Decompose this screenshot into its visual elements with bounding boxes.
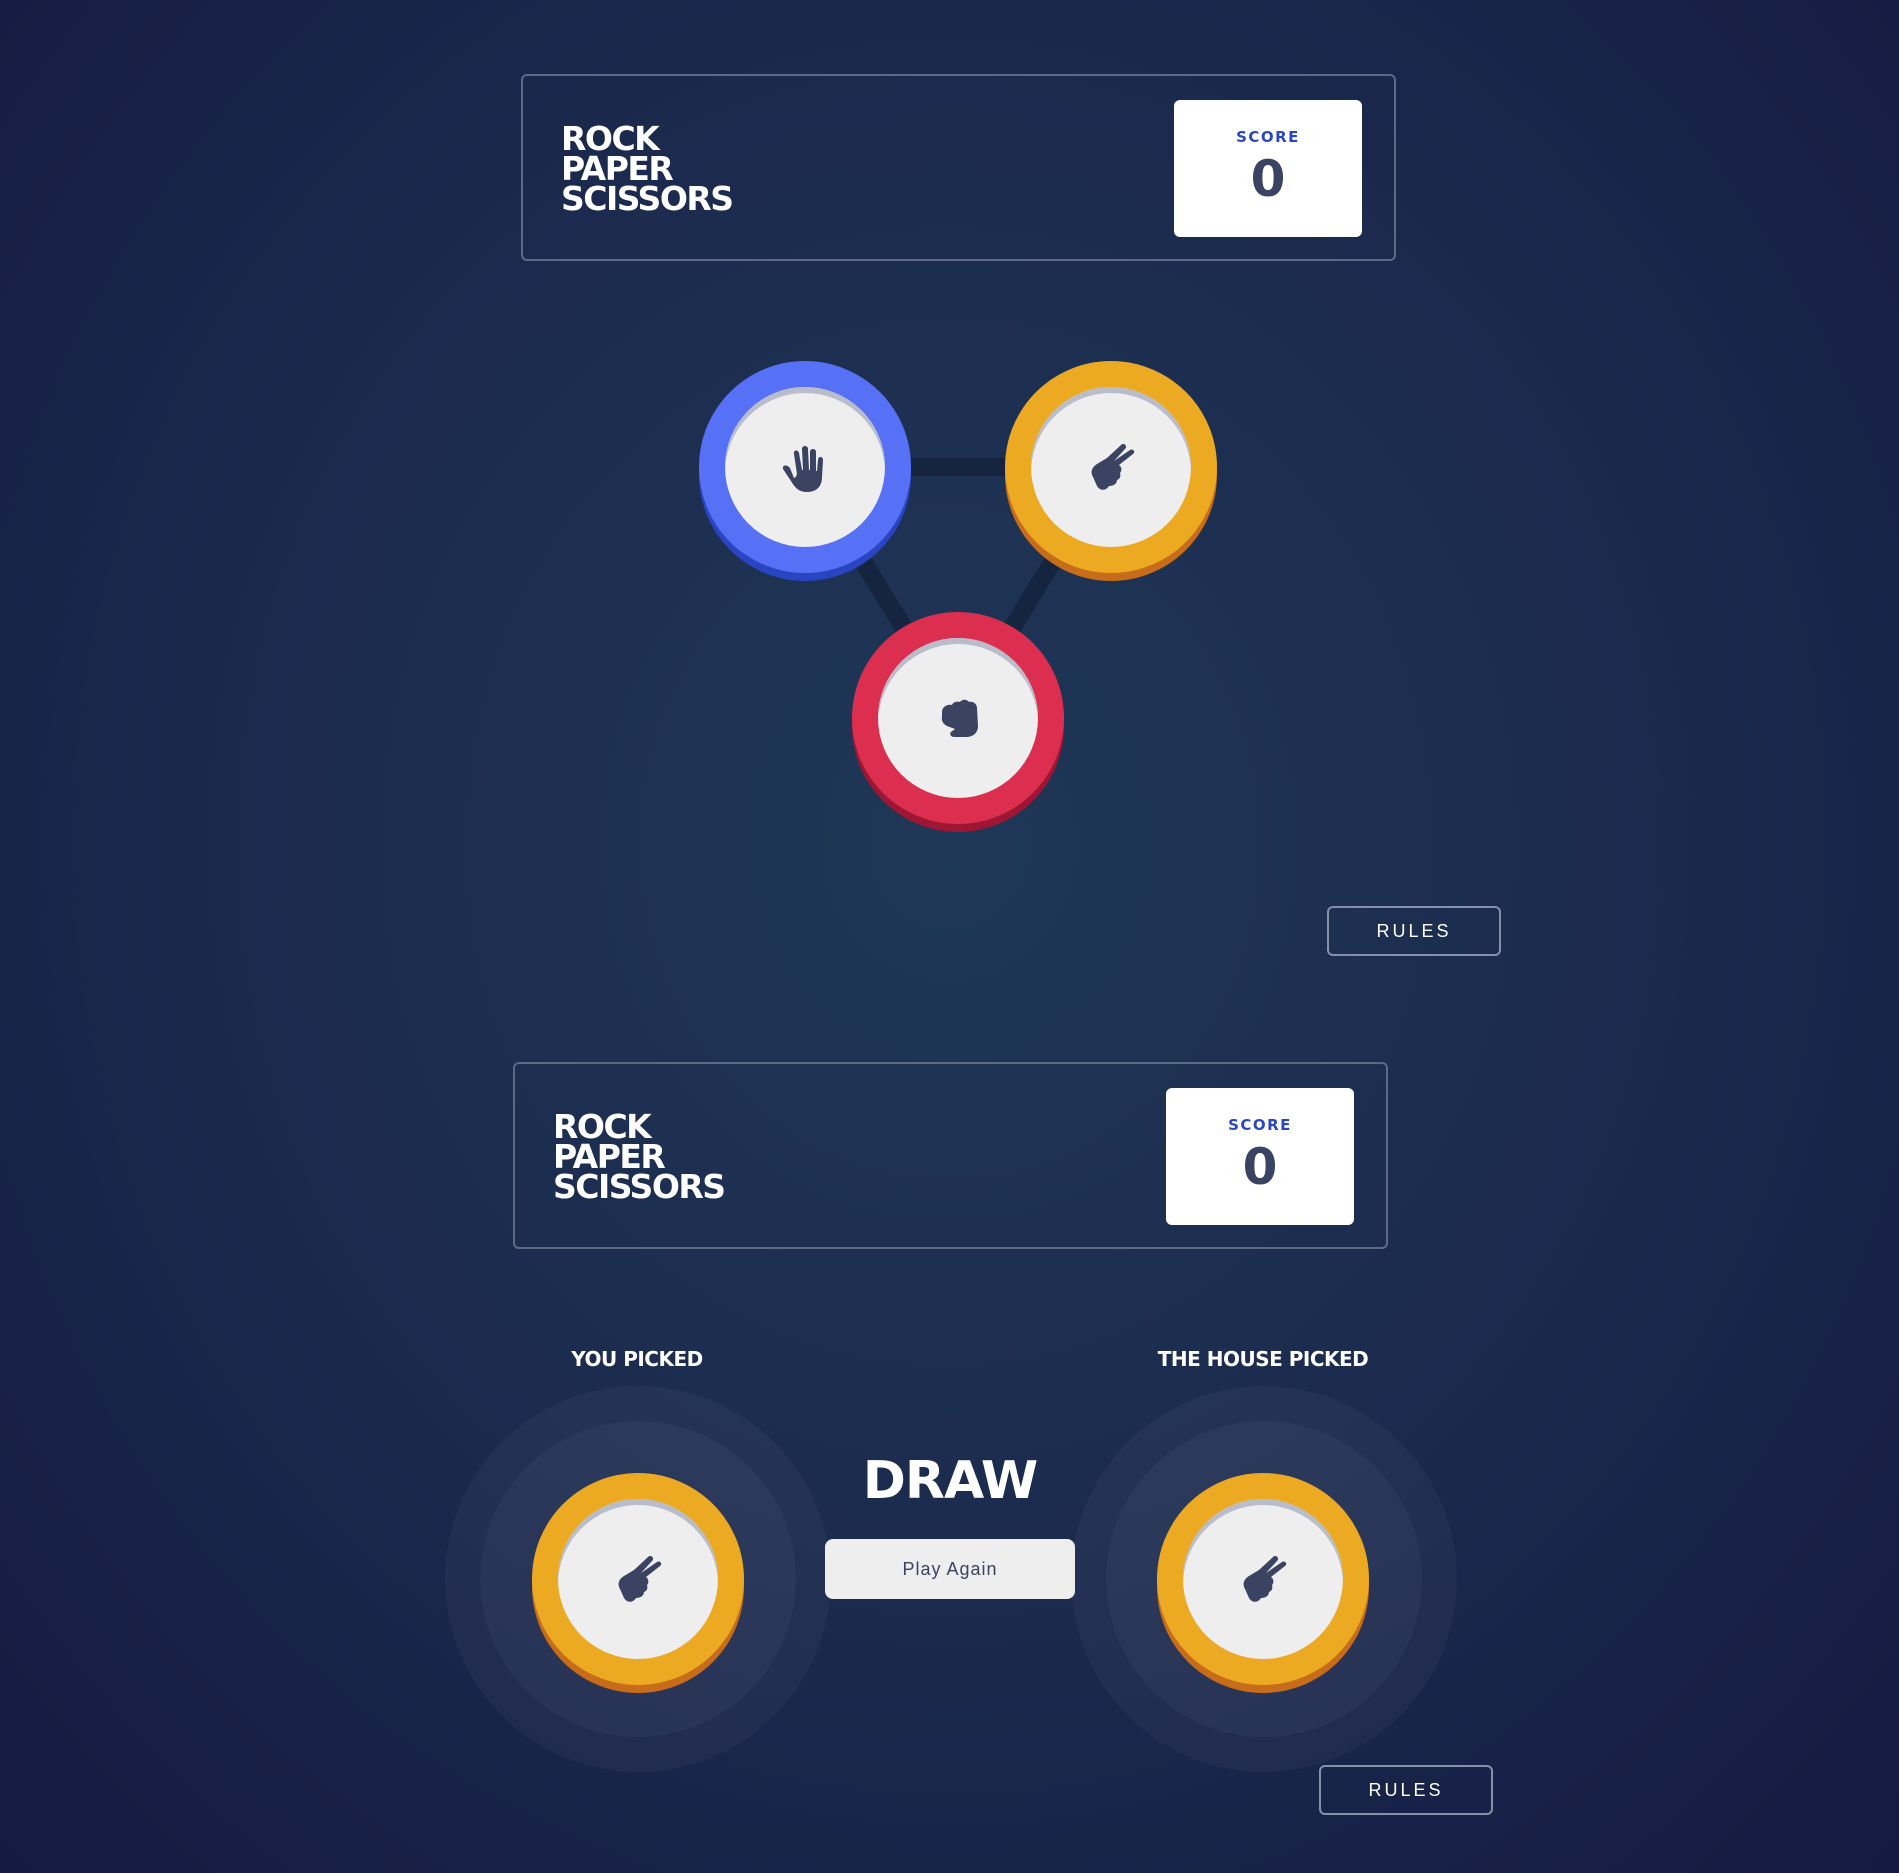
rock-fist-icon xyxy=(941,699,978,737)
house-picked-label: THE HOUSE PICKED xyxy=(1157,1347,1369,1371)
title-line-scissors: SCISSORS xyxy=(553,1167,726,1206)
rules-button-result[interactable]: RULES xyxy=(1319,1765,1493,1815)
score-label: SCORE xyxy=(1228,1116,1292,1134)
play-again-button[interactable]: Play Again xyxy=(825,1539,1075,1599)
scissors-hand-icon xyxy=(1243,1555,1287,1602)
scissors-hand-icon xyxy=(1091,443,1135,490)
paper-choice-button[interactable] xyxy=(699,361,911,573)
score-box: SCORE 0 xyxy=(1166,1088,1354,1225)
you-picked-label: YOU PICKED xyxy=(571,1347,703,1371)
score-value: 0 xyxy=(1242,1138,1278,1196)
scissors-choice-face xyxy=(1031,387,1191,547)
title-line-scissors: SCISSORS xyxy=(561,179,734,218)
game-title: ROCK PAPER SCISSORS xyxy=(561,122,734,218)
result-text: DRAW xyxy=(862,1451,1038,1511)
game-title: ROCK PAPER SCISSORS xyxy=(553,1110,726,1206)
rock-choice-face xyxy=(878,638,1038,798)
you-picked-face xyxy=(558,1499,718,1659)
header-panel-result: ROCK PAPER SCISSORS SCORE 0 xyxy=(513,1062,1388,1249)
paper-hand-icon xyxy=(782,446,823,492)
scissors-hand-icon xyxy=(618,1555,662,1602)
score-box: SCORE 0 xyxy=(1174,100,1362,237)
score-label: SCORE xyxy=(1236,128,1300,146)
paper-choice-face xyxy=(725,387,885,547)
you-picked-token xyxy=(532,1473,744,1685)
header-panel: ROCK PAPER SCISSORS SCORE 0 xyxy=(521,74,1396,261)
rock-choice-button[interactable] xyxy=(852,612,1064,824)
score-value: 0 xyxy=(1250,150,1286,208)
house-picked-token xyxy=(1157,1473,1369,1685)
rules-button[interactable]: RULES xyxy=(1327,906,1501,956)
scissors-choice-button[interactable] xyxy=(1005,361,1217,573)
house-picked-face xyxy=(1183,1499,1343,1659)
